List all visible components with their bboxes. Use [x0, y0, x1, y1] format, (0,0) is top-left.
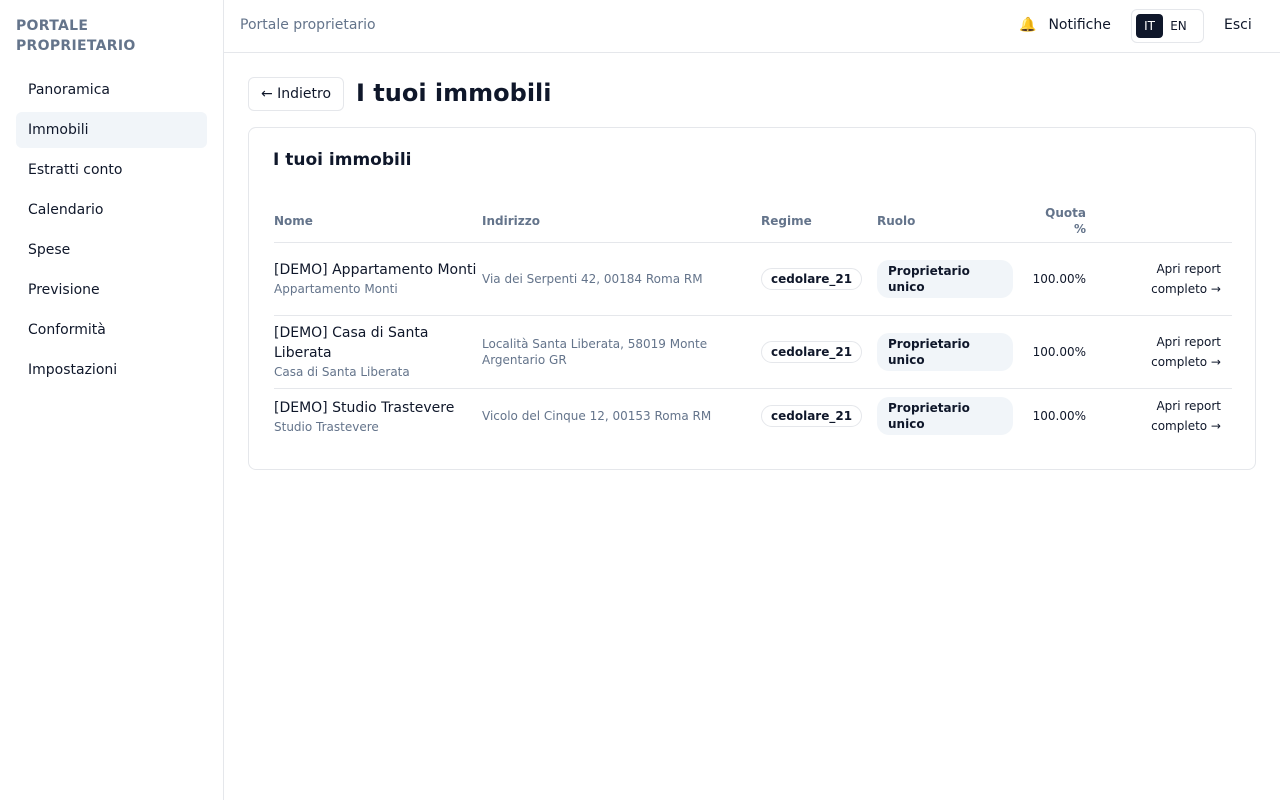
cell-role: Proprietario unico: [877, 242, 1030, 316]
property-address: Località Santa Liberata, 58019 Monte Arg…: [482, 315, 761, 389]
sidebar-item-conformita[interactable]: Conformità: [16, 312, 207, 348]
open-report-line-2: completo →: [1151, 354, 1221, 369]
property-name: [DEMO] Studio Trastevere: [274, 399, 455, 416]
lang-it-button[interactable]: IT: [1136, 14, 1163, 38]
regime-badge: cedolare_21: [761, 267, 863, 290]
cell-name: [DEMO] Studio Trastevere Studio Trasteve…: [274, 388, 482, 444]
cell-report: Apri report completo →: [1086, 242, 1232, 316]
open-report-link[interactable]: Apri report completo →: [1151, 396, 1221, 436]
topbar: Portale proprietario 🔔 Notifiche IT EN E…: [224, 0, 1280, 53]
column-header-name: Nome: [274, 200, 482, 243]
cell-regime: cedolare_21: [761, 242, 877, 316]
brand-title: PORTALE PROPRIETARIO: [16, 16, 206, 56]
logout-button[interactable]: Esci: [1224, 17, 1252, 33]
regime-badge: cedolare_21: [761, 340, 863, 363]
sidebar-item-impostazioni[interactable]: Impostazioni: [16, 352, 207, 388]
notifications-label: Notifiche: [1048, 17, 1111, 33]
property-name: [DEMO] Appartamento Monti: [274, 262, 477, 278]
table-row: [DEMO] Casa di Santa Liberata Casa di Sa…: [274, 315, 1232, 389]
sidebar: PORTALE PROPRIETARIO Panoramica Immobili…: [0, 0, 224, 800]
sidebar-item-spese[interactable]: Spese: [16, 232, 207, 268]
brand-line-1: PORTALE: [16, 18, 89, 34]
property-address: Via dei Serpenti 42, 00184 Roma RM: [482, 242, 761, 316]
sidebar-item-estratti-conto[interactable]: Estratti conto: [16, 152, 207, 188]
column-header-quota-line-2: %: [1073, 221, 1086, 236]
sidebar-nav: Panoramica Immobili Estratti conto Calen…: [16, 72, 207, 392]
table-header-row: Nome Indirizzo Regime Ruolo Quota %: [274, 200, 1232, 243]
open-report-line-2: completo →: [1151, 281, 1221, 296]
column-header-role: Ruolo: [877, 200, 1030, 243]
notifications-button[interactable]: 🔔 Notifiche: [1019, 17, 1111, 33]
open-report-line-1: Apri report: [1156, 399, 1221, 414]
lang-en-button[interactable]: EN: [1165, 14, 1192, 38]
open-report-line-1: Apri report: [1156, 334, 1221, 349]
property-quota: 100.00%: [1030, 315, 1086, 389]
page-title: I tuoi immobili: [356, 79, 552, 107]
property-subtitle: Appartamento Monti: [274, 282, 398, 296]
cell-regime: cedolare_21: [761, 388, 877, 444]
cell-name: [DEMO] Appartamento Monti Appartamento M…: [274, 242, 482, 316]
role-badge: Proprietario unico: [877, 397, 1013, 436]
bell-icon: 🔔: [1019, 17, 1037, 33]
column-header-address: Indirizzo: [482, 200, 761, 243]
open-report-link[interactable]: Apri report completo →: [1151, 259, 1221, 299]
cell-report: Apri report completo →: [1086, 388, 1232, 444]
property-subtitle: Studio Trastevere: [274, 419, 379, 434]
brand-line-2: PROPRIETARIO: [16, 38, 136, 54]
language-switcher: IT EN: [1131, 9, 1204, 43]
back-button[interactable]: ← Indietro: [248, 77, 344, 111]
sidebar-item-panoramica[interactable]: Panoramica: [16, 72, 207, 108]
open-report-link[interactable]: Apri report completo →: [1151, 332, 1221, 372]
column-header-regime: Regime: [761, 200, 877, 243]
properties-card: I tuoi immobili Nome Indirizzo Regime Ru…: [248, 127, 1256, 470]
column-header-quota: Quota %: [1030, 200, 1086, 243]
column-header-actions: [1086, 200, 1232, 243]
properties-table: Nome Indirizzo Regime Ruolo Quota % [DEM…: [274, 200, 1232, 444]
cell-regime: cedolare_21: [761, 315, 877, 389]
open-report-line-2: completo →: [1151, 419, 1221, 434]
table-row: [DEMO] Studio Trastevere Studio Trasteve…: [274, 388, 1232, 444]
regime-badge: cedolare_21: [761, 405, 863, 428]
property-address: Vicolo del Cinque 12, 00153 Roma RM: [482, 409, 712, 424]
property-subtitle: Casa di Santa Liberata: [274, 365, 410, 379]
sidebar-item-immobili[interactable]: Immobili: [16, 112, 207, 148]
role-badge: Proprietario unico: [877, 259, 1013, 298]
sidebar-item-calendario[interactable]: Calendario: [16, 192, 207, 228]
property-name: [DEMO] Casa di Santa Liberata: [274, 325, 429, 361]
property-quota: 100.00%: [1030, 242, 1086, 316]
cell-name: [DEMO] Casa di Santa Liberata Casa di Sa…: [274, 315, 482, 389]
table-row: [DEMO] Appartamento Monti Appartamento M…: [274, 242, 1232, 316]
column-header-quota-line-1: Quota: [1045, 205, 1086, 220]
role-badge: Proprietario unico: [877, 332, 1013, 371]
cell-report: Apri report completo →: [1086, 315, 1232, 389]
cell-role: Proprietario unico: [877, 315, 1030, 389]
cell-role: Proprietario unico: [877, 388, 1030, 444]
sidebar-item-previsione[interactable]: Previsione: [16, 272, 207, 308]
property-quota: 100.00%: [1032, 409, 1086, 424]
card-title: I tuoi immobili: [273, 150, 412, 170]
topbar-title: Portale proprietario: [240, 17, 376, 33]
open-report-line-1: Apri report: [1156, 261, 1221, 276]
